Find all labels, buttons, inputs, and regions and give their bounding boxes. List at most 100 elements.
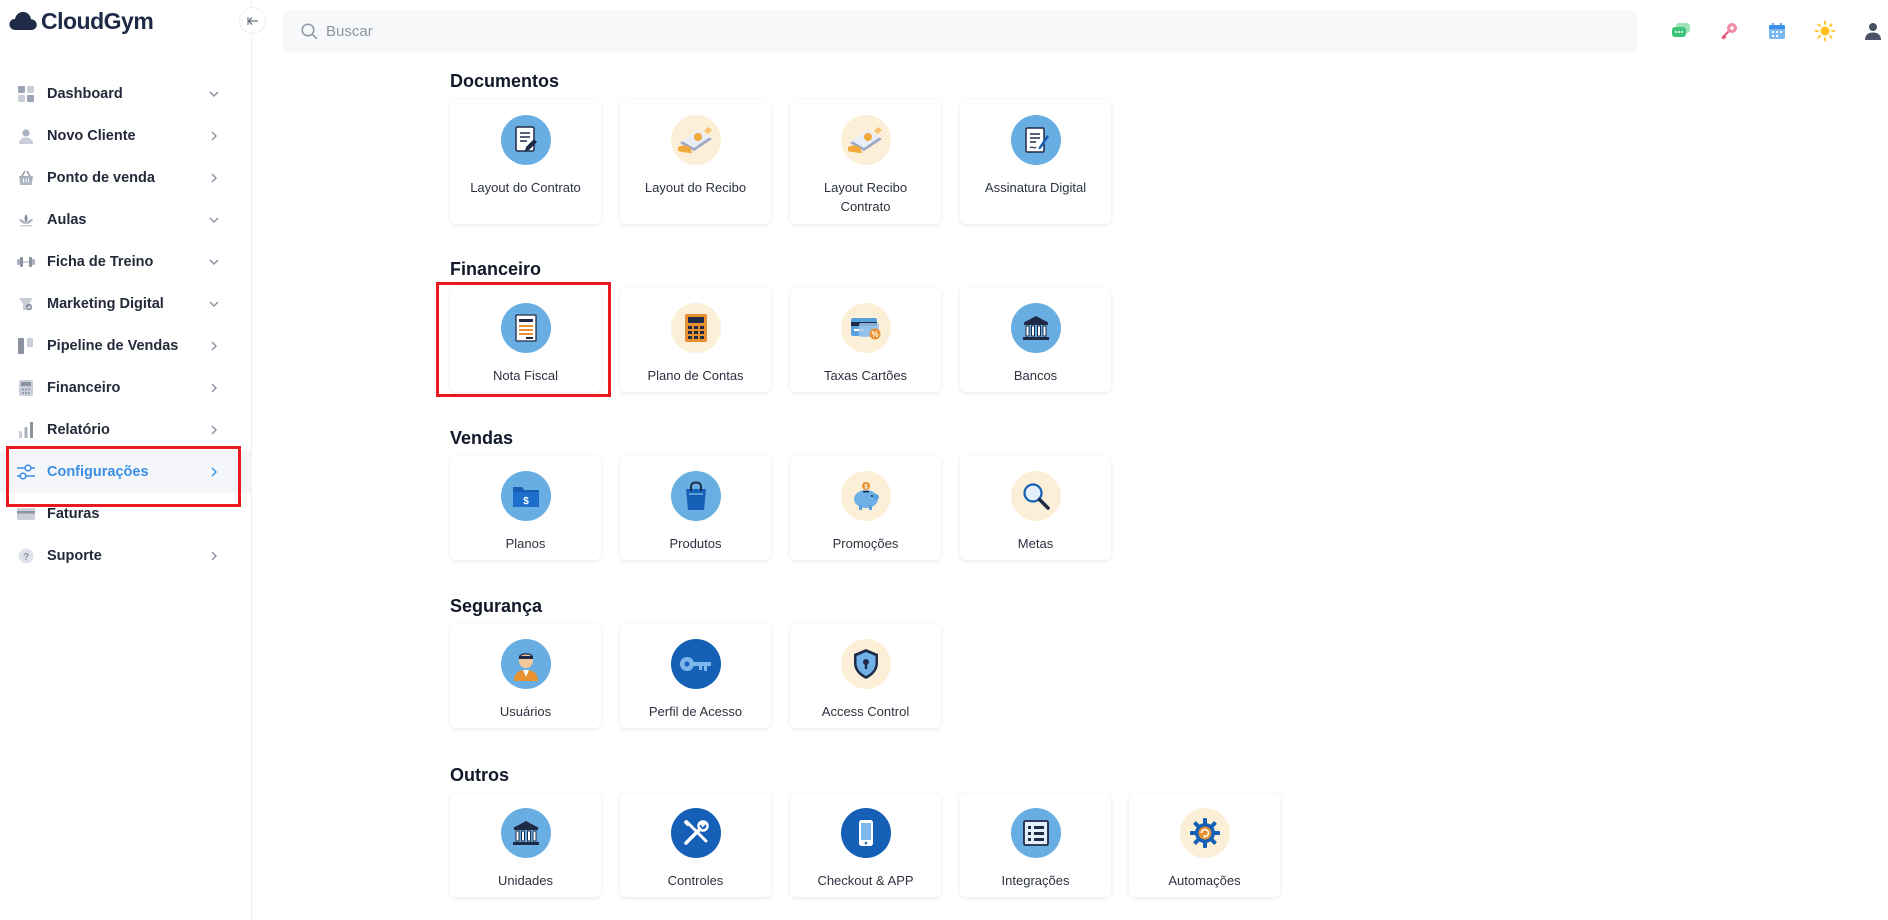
chevron-right-icon bbox=[206, 338, 222, 354]
user-icon bbox=[17, 127, 35, 145]
sidebar-item-ficha-de-treino[interactable]: Ficha de Treino bbox=[0, 241, 252, 283]
sidebar-item-label: Dashboard bbox=[47, 86, 123, 102]
card-taxas-cartoes[interactable]: % Taxas Cartões bbox=[790, 288, 941, 392]
card-label: Taxas Cartões bbox=[823, 368, 908, 383]
card-unidades[interactable]: Unidades bbox=[450, 793, 601, 897]
sidebar-item-aulas[interactable]: Aulas bbox=[0, 199, 252, 241]
key-icon[interactable] bbox=[1716, 18, 1742, 44]
chevron-down-icon bbox=[206, 212, 222, 228]
logo[interactable]: CloudGym bbox=[8, 6, 154, 36]
sidebar-item-novo-cliente[interactable]: Novo Cliente bbox=[0, 115, 252, 157]
collapse-sidebar-button[interactable] bbox=[239, 7, 266, 34]
card-produtos[interactable]: Produtos bbox=[620, 456, 771, 560]
chevron-down-icon bbox=[206, 296, 222, 312]
help-icon: ? bbox=[17, 547, 35, 565]
sidebar-item-configuracoes[interactable]: Configurações bbox=[0, 451, 252, 493]
contract-icon bbox=[500, 115, 551, 165]
card-label: Promoções bbox=[832, 536, 899, 551]
shield-lock-icon bbox=[840, 639, 891, 689]
pipeline-icon bbox=[17, 337, 35, 355]
sidebar-item-relatorio[interactable]: Relatório bbox=[0, 409, 252, 451]
card-label: Bancos bbox=[1013, 368, 1058, 383]
dumbbell-icon bbox=[17, 253, 35, 271]
card-bancos[interactable]: Bancos bbox=[960, 288, 1111, 392]
sidebar-item-label: Pipeline de Vendas bbox=[47, 338, 179, 354]
card-label: Planos bbox=[505, 536, 546, 551]
sidebar-item-financeiro[interactable]: Financeiro bbox=[0, 367, 252, 409]
card-label: Layout Recibo Contrato bbox=[823, 180, 908, 214]
section-title-documentos: Documentos bbox=[450, 71, 560, 91]
credit-card-icon bbox=[17, 505, 35, 523]
card-nota-fiscal[interactable]: Nota Fiscal bbox=[450, 288, 601, 392]
signature-icon bbox=[1010, 115, 1061, 165]
card-assinatura-digital[interactable]: Assinatura Digital bbox=[960, 100, 1111, 224]
card-layout-do-recibo[interactable]: Layout do Recibo bbox=[620, 100, 771, 224]
chevron-right-icon bbox=[206, 422, 222, 438]
sidebar: CloudGym Dashboard Novo Cliente Ponto de… bbox=[0, 0, 252, 920]
card-usuarios[interactable]: Usuários bbox=[450, 624, 601, 728]
card-label: Access Control bbox=[821, 704, 910, 719]
building-icon bbox=[500, 808, 551, 858]
sidebar-item-ponto-de-venda[interactable]: Ponto de venda bbox=[0, 157, 252, 199]
card-label: Perfil de Acesso bbox=[648, 704, 743, 719]
receipt-icon bbox=[670, 115, 721, 165]
card-label: Checkout & APP bbox=[817, 873, 914, 888]
chevron-down-icon bbox=[206, 254, 222, 270]
card-automacoes[interactable]: Automações bbox=[1129, 793, 1280, 897]
cloud-logo-icon bbox=[9, 11, 37, 30]
lotus-icon bbox=[17, 211, 35, 229]
sidebar-item-dashboard[interactable]: Dashboard bbox=[0, 73, 252, 115]
calendar-icon[interactable] bbox=[1764, 18, 1790, 44]
card-controles[interactable]: Controles bbox=[620, 793, 771, 897]
sidebar-item-label: Relatório bbox=[47, 422, 110, 438]
sidebar-item-label: Ponto de venda bbox=[47, 170, 155, 186]
key-icon bbox=[670, 639, 721, 689]
sun-icon[interactable] bbox=[1812, 18, 1838, 44]
card-access-control[interactable]: Access Control bbox=[790, 624, 941, 728]
section-title-financeiro: Financeiro bbox=[450, 259, 542, 279]
card-label: Assinatura Digital bbox=[984, 180, 1087, 195]
section-title-seguranca: Segurança bbox=[450, 596, 543, 616]
chevron-right-icon bbox=[206, 548, 222, 564]
svg-text:%: % bbox=[871, 330, 878, 339]
calculator-icon bbox=[670, 303, 721, 353]
card-plano-de-contas[interactable]: Plano de Contas bbox=[620, 288, 771, 392]
search-bar[interactable] bbox=[283, 10, 1637, 52]
search-input[interactable] bbox=[326, 22, 926, 40]
svg-text:$: $ bbox=[523, 496, 529, 507]
sidebar-item-label: Aulas bbox=[47, 212, 87, 228]
card-label: Layout do Contrato bbox=[470, 180, 581, 195]
card-checkout-app[interactable]: Checkout & APP bbox=[790, 793, 941, 897]
dashboard-icon bbox=[17, 85, 35, 103]
arrow-left-icon bbox=[246, 16, 258, 25]
shopping-bag-icon bbox=[670, 471, 721, 521]
sidebar-item-pipeline-de-vendas[interactable]: Pipeline de Vendas bbox=[0, 325, 252, 367]
smartphone-icon bbox=[840, 808, 891, 858]
card-planos[interactable]: $ Planos bbox=[450, 456, 601, 560]
card-layout-do-contrato[interactable]: Layout do Contrato bbox=[450, 100, 601, 224]
card-layout-recibo-contrato[interactable]: Layout Recibo Contrato bbox=[790, 100, 941, 224]
calculator-icon bbox=[17, 379, 35, 397]
gear-automation-icon bbox=[1179, 808, 1230, 858]
card-label: Usuários bbox=[499, 704, 552, 719]
card-perfil-de-acesso[interactable]: Perfil de Acesso bbox=[620, 624, 771, 728]
search-icon bbox=[301, 22, 318, 39]
chevron-down-icon bbox=[206, 86, 222, 102]
card-metas[interactable]: Metas bbox=[960, 456, 1111, 560]
user-profile-icon[interactable] bbox=[1860, 18, 1886, 44]
card-integracoes[interactable]: Integrações bbox=[960, 793, 1111, 897]
user-avatar-icon bbox=[500, 639, 551, 689]
sidebar-item-suporte[interactable]: ? Suporte bbox=[0, 535, 252, 577]
chat-icon[interactable] bbox=[1668, 18, 1694, 44]
sidebar-item-marketing-digital[interactable]: Marketing Digital bbox=[0, 283, 252, 325]
bank-icon bbox=[1010, 303, 1061, 353]
card-label: Metas bbox=[1017, 536, 1054, 551]
card-label: Layout do Recibo bbox=[644, 180, 747, 195]
bar-chart-icon bbox=[17, 421, 35, 439]
card-promocoes[interactable]: $ Promoções bbox=[790, 456, 941, 560]
card-label: Automações bbox=[1168, 873, 1241, 888]
card-label: Nota Fiscal bbox=[492, 368, 559, 383]
sidebar-item-faturas[interactable]: Faturas bbox=[0, 493, 252, 535]
card-label: Unidades bbox=[498, 873, 553, 888]
card-label: Plano de Contas bbox=[647, 368, 744, 383]
